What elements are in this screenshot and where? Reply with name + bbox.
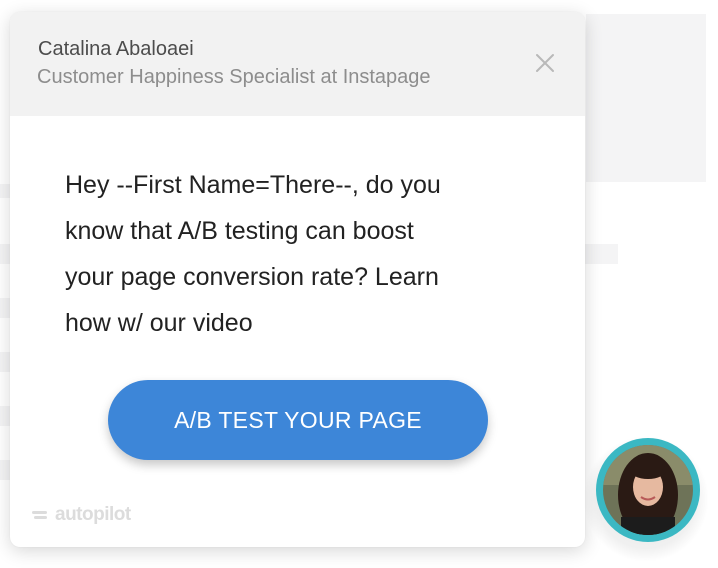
avatar-launcher[interactable] [584,434,708,564]
sender-title: Customer Happiness Specialist at Instapa… [37,66,431,88]
avatar[interactable] [596,438,700,542]
ab-test-cta-button[interactable]: A/B TEST YOUR PAGE [108,380,488,460]
popup-header: Catalina Abaloaei Customer Happiness Spe… [10,12,585,116]
background-line [0,184,10,198]
close-button[interactable] [530,48,560,78]
background-line [585,244,618,264]
background-line [0,406,10,426]
close-icon [536,54,554,72]
background-panel [586,14,706,182]
background-line [0,460,10,480]
message-line: how w/ our video [65,309,253,337]
branding-label: autopilot [55,504,131,525]
background-line [0,244,10,264]
message-line: know that A/B testing can boost [65,217,414,245]
chat-popup: Catalina Abaloaei Customer Happiness Spe… [10,12,585,547]
avatar-photo-icon [603,445,693,535]
popup-message: Hey --First Name=There--, do you know th… [65,162,535,346]
autopilot-branding[interactable]: autopilot [32,504,131,526]
message-line: Hey --First Name=There--, do you [65,171,441,199]
sender-name: Catalina Abaloaei [38,38,194,60]
autopilot-logo-icon [32,511,47,519]
background-line [0,298,10,318]
background-line [0,352,10,372]
message-line: your page conversion rate? Learn [65,263,439,291]
